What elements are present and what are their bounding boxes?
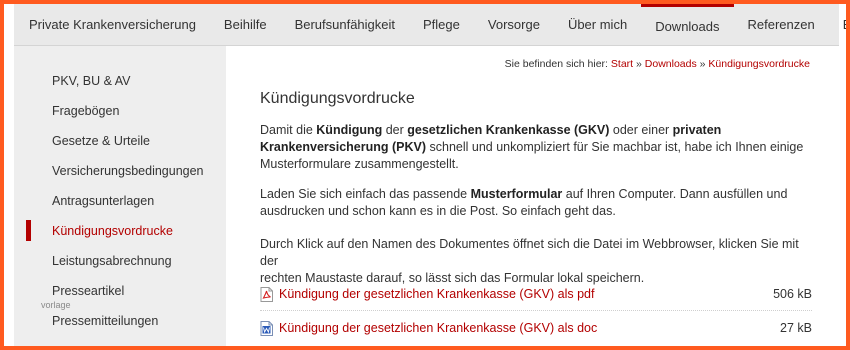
sidebar-item-presseartikel[interactable]: Presseartikel bbox=[52, 284, 124, 298]
download-row-doc: Kündigung der gesetzlichen Krankenkasse … bbox=[260, 317, 812, 339]
nav-item-private-krankenversicherung[interactable]: Private Krankenversicherung bbox=[14, 4, 210, 46]
sidebar-item-pkv-bu-av[interactable]: PKV, BU & AV bbox=[52, 74, 131, 88]
download-link-doc[interactable]: Kündigung der gesetzlichen Krankenkasse … bbox=[279, 321, 597, 335]
intro-paragraph: Damit die Kündigung der gesetzlichen Kra… bbox=[260, 123, 804, 171]
sidebar-item-leistungsabrechnung[interactable]: Leistungsabrechnung bbox=[52, 254, 172, 268]
page-title: Kündigungsvordrucke bbox=[260, 90, 415, 107]
instruction-paragraph: Laden Sie sich einfach das passende Must… bbox=[260, 187, 788, 218]
nav-item-referenzen[interactable]: Referenzen bbox=[734, 4, 829, 46]
sidebar-active-marker bbox=[26, 220, 31, 241]
breadcrumb-current[interactable]: Kündigungsvordrucke bbox=[708, 58, 810, 70]
nav-item-vorsorge[interactable]: Vorsorge bbox=[474, 4, 554, 46]
sidebar-item-antragsunterlagen[interactable]: Antragsunterlagen bbox=[52, 194, 154, 208]
breadcrumb: Sie befinden sich hier: Start » Download… bbox=[505, 58, 810, 70]
top-navigation: Private Krankenversicherung Beihilfe Ber… bbox=[14, 4, 846, 46]
download-link-pdf[interactable]: Kündigung der gesetzlichen Krankenkasse … bbox=[279, 287, 594, 301]
doc-file-icon bbox=[260, 320, 273, 336]
breadcrumb-start[interactable]: Start bbox=[611, 58, 633, 70]
nav-item-downloads[interactable]: Downloads bbox=[641, 4, 734, 46]
breadcrumb-downloads[interactable]: Downloads bbox=[645, 58, 697, 70]
sidebar-item-gesetze-urteile[interactable]: Gesetze & Urteile bbox=[52, 134, 150, 148]
breadcrumb-separator: » bbox=[699, 58, 706, 70]
nav-item-ueber-mich[interactable]: Über mich bbox=[554, 4, 641, 46]
row-divider bbox=[260, 310, 812, 311]
nav-item-berufsunfaehigkeit[interactable]: Berufsunfähigkeit bbox=[281, 4, 409, 46]
hint-paragraph: Durch Klick auf den Namen des Dokumentes… bbox=[260, 237, 799, 285]
watermark-text: vorlage bbox=[41, 300, 71, 310]
file-size-doc: 27 kB bbox=[780, 321, 812, 335]
file-size-pdf: 506 kB bbox=[773, 287, 812, 301]
breadcrumb-prefix: Sie befinden sich hier: bbox=[504, 58, 608, 70]
sidebar-item-versicherungsbedingungen[interactable]: Versicherungsbedingungen bbox=[52, 164, 204, 178]
sidebar-item-kuendigungsvordrucke[interactable]: Kündigungsvordrucke bbox=[52, 224, 173, 238]
page-frame: Private Krankenversicherung Beihilfe Ber… bbox=[4, 4, 846, 346]
sidebar-item-pressemitteilungen[interactable]: Pressemitteilungen bbox=[52, 314, 158, 328]
sidebar-item-frageboegen[interactable]: Fragebögen bbox=[52, 104, 119, 118]
nav-item-pflege[interactable]: Pflege bbox=[409, 4, 474, 46]
download-row-pdf: Kündigung der gesetzlichen Krankenkasse … bbox=[260, 283, 812, 305]
pdf-file-icon bbox=[260, 286, 273, 302]
nav-item-blog[interactable]: Blog bbox=[829, 4, 846, 46]
breadcrumb-separator: » bbox=[636, 58, 642, 70]
nav-item-beihilfe[interactable]: Beihilfe bbox=[210, 4, 281, 46]
